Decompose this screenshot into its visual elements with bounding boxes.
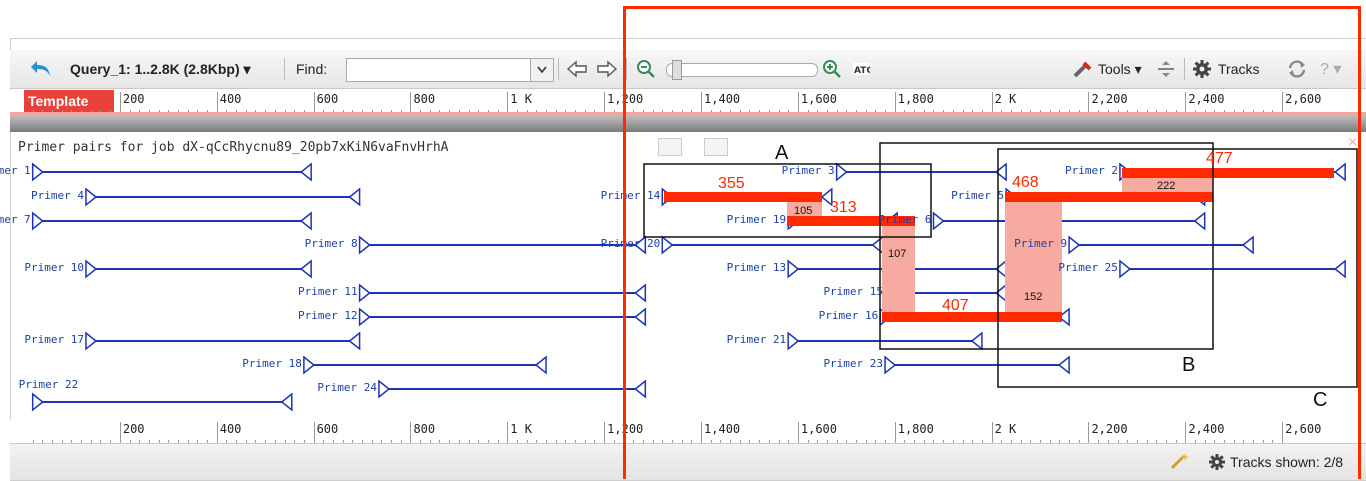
find-input[interactable] [346, 58, 532, 82]
primer-label: Primer 22 [18, 378, 79, 391]
ruler-tick [119, 92, 121, 114]
find-dropdown[interactable] [530, 58, 554, 82]
viewport-highlight-box [623, 6, 1361, 479]
ruler-tick-label: 200 [122, 92, 145, 106]
ruler-tick [410, 92, 412, 114]
primer-label: Primer 1 [0, 164, 31, 177]
ruler-tick [216, 422, 218, 444]
ruler-tick [119, 422, 121, 444]
primer-label: Primer 24 [317, 381, 377, 394]
ruler-tick [604, 422, 606, 444]
ruler-tick [216, 92, 218, 114]
ruler-tick [410, 422, 412, 444]
pan-right-icon[interactable] [596, 50, 618, 88]
divider [558, 58, 559, 80]
track-title: Primer pairs for job dX-qCcRhycnu89_20pb… [18, 140, 449, 155]
primer-label: Primer 8 [304, 237, 358, 250]
ruler-tick-label: 200 [122, 422, 145, 436]
ruler-tick-label: 1 K [510, 422, 532, 436]
back-icon[interactable] [28, 50, 54, 88]
template-label: Template [24, 90, 114, 112]
ruler-tick-label: 400 [219, 92, 242, 106]
primer-label: Primer 17 [24, 333, 84, 346]
ruler-tick [313, 92, 315, 114]
divider [284, 58, 285, 80]
ruler-tick [313, 422, 315, 444]
ruler-tick [604, 92, 606, 114]
ruler-tick-label: 400 [219, 422, 242, 436]
pan-left-icon[interactable] [566, 50, 588, 88]
ruler-tick-label: 800 [413, 422, 436, 436]
ruler-tick-label: 800 [413, 92, 436, 106]
query-selector[interactable]: Query_1: 1..2.8K (2.8Kbp) ▾ [70, 50, 251, 88]
ruler-tick-label: 1 K [510, 92, 532, 106]
ruler-tick-label: 600 [316, 422, 339, 436]
primer-label: Primer 11 [297, 285, 358, 298]
primer-label: Primer 18 [242, 357, 302, 370]
primer-label: Primer 12 [297, 309, 358, 322]
primer-label: Primer 10 [24, 261, 84, 274]
ruler-tick-label: 600 [316, 92, 339, 106]
find-label: Find: [296, 61, 328, 77]
primer-label: Primer 7 [0, 213, 31, 226]
ruler-tick [507, 422, 509, 444]
primer-label: Primer 4 [30, 189, 84, 202]
ruler-tick [507, 92, 509, 114]
